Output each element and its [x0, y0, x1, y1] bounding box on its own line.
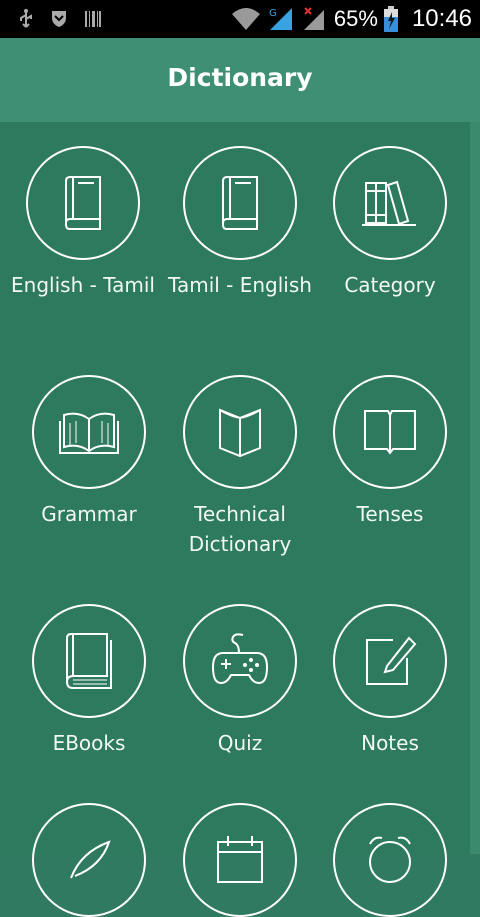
menu-item-row4-left[interactable]	[14, 803, 164, 917]
open-book-standing-icon	[219, 408, 261, 458]
grammar-label: Grammar	[41, 502, 137, 526]
technical-dictionary-label: Technical Dictionary	[188, 502, 292, 556]
note-edit-icon	[366, 636, 417, 685]
quiz-label: Quiz	[217, 731, 263, 755]
row4-middle-circle[interactable]	[183, 803, 297, 917]
menu-item-quiz[interactable]: Quiz	[165, 604, 315, 758]
menu-item-row4-middle[interactable]	[165, 803, 315, 917]
category-circle[interactable]	[333, 146, 447, 260]
grammar-circle[interactable]	[32, 375, 146, 489]
svg-text:G: G	[269, 8, 277, 19]
battery-charging-icon	[383, 6, 398, 32]
quiz-circle[interactable]	[183, 604, 297, 718]
app-bar: Dictionary	[0, 38, 480, 122]
english-tamil-circle[interactable]	[26, 146, 140, 260]
menu-item-notes[interactable]: Notes	[315, 604, 465, 758]
tamil-english-label: Tamil - English	[168, 273, 312, 297]
book-closed-icon	[65, 176, 101, 230]
menu-item-ebooks[interactable]: EBooks	[14, 604, 164, 758]
tenses-circle[interactable]	[333, 375, 447, 489]
gamepad-icon	[211, 633, 269, 685]
notes-circle[interactable]	[333, 604, 447, 718]
english-tamil-label: English - Tamil	[11, 273, 155, 297]
panel-edge	[470, 122, 480, 854]
ebooks-label: EBooks	[52, 731, 126, 755]
menu-item-tenses[interactable]: Tenses	[315, 375, 465, 529]
wifi-icon	[230, 6, 262, 32]
feather-icon	[70, 840, 111, 879]
menu-item-row4-right[interactable]	[315, 803, 465, 917]
menu-item-grammar[interactable]: Grammar	[14, 375, 164, 529]
menu-item-category[interactable]: Category	[315, 146, 465, 300]
category-label: Category	[344, 273, 436, 297]
status-bar: G 65% 10:46	[0, 0, 480, 38]
signal-no-service-icon	[302, 6, 328, 32]
book-icon	[364, 410, 416, 455]
calendar-icon	[217, 836, 263, 883]
ebook-icon	[66, 633, 112, 689]
battery-percent: 65%	[333, 6, 378, 31]
clock: 10:46	[411, 5, 472, 32]
menu-item-english-tamil[interactable]: English - Tamil	[8, 146, 158, 300]
menu-item-technical-dictionary[interactable]: Technical Dictionary	[165, 375, 315, 559]
ebooks-circle[interactable]	[32, 604, 146, 718]
book-closed-icon	[222, 176, 258, 230]
tamil-english-circle[interactable]	[183, 146, 297, 260]
row4-right-circle[interactable]	[333, 803, 447, 917]
usb-icon	[18, 8, 34, 30]
menu-item-tamil-english[interactable]: Tamil - English	[165, 146, 315, 300]
technical-dictionary-circle[interactable]	[183, 375, 297, 489]
signal-icon: G	[268, 6, 296, 32]
open-book-icon	[59, 412, 119, 454]
bookshelf-icon	[362, 180, 416, 226]
page-title: Dictionary	[167, 63, 313, 92]
shield-icon	[50, 9, 68, 29]
tenses-label: Tenses	[356, 502, 424, 526]
barcode-icon	[84, 9, 102, 29]
notes-label: Notes	[361, 731, 419, 755]
row4-left-circle[interactable]	[32, 803, 146, 917]
alarm-clock-icon	[369, 836, 411, 883]
